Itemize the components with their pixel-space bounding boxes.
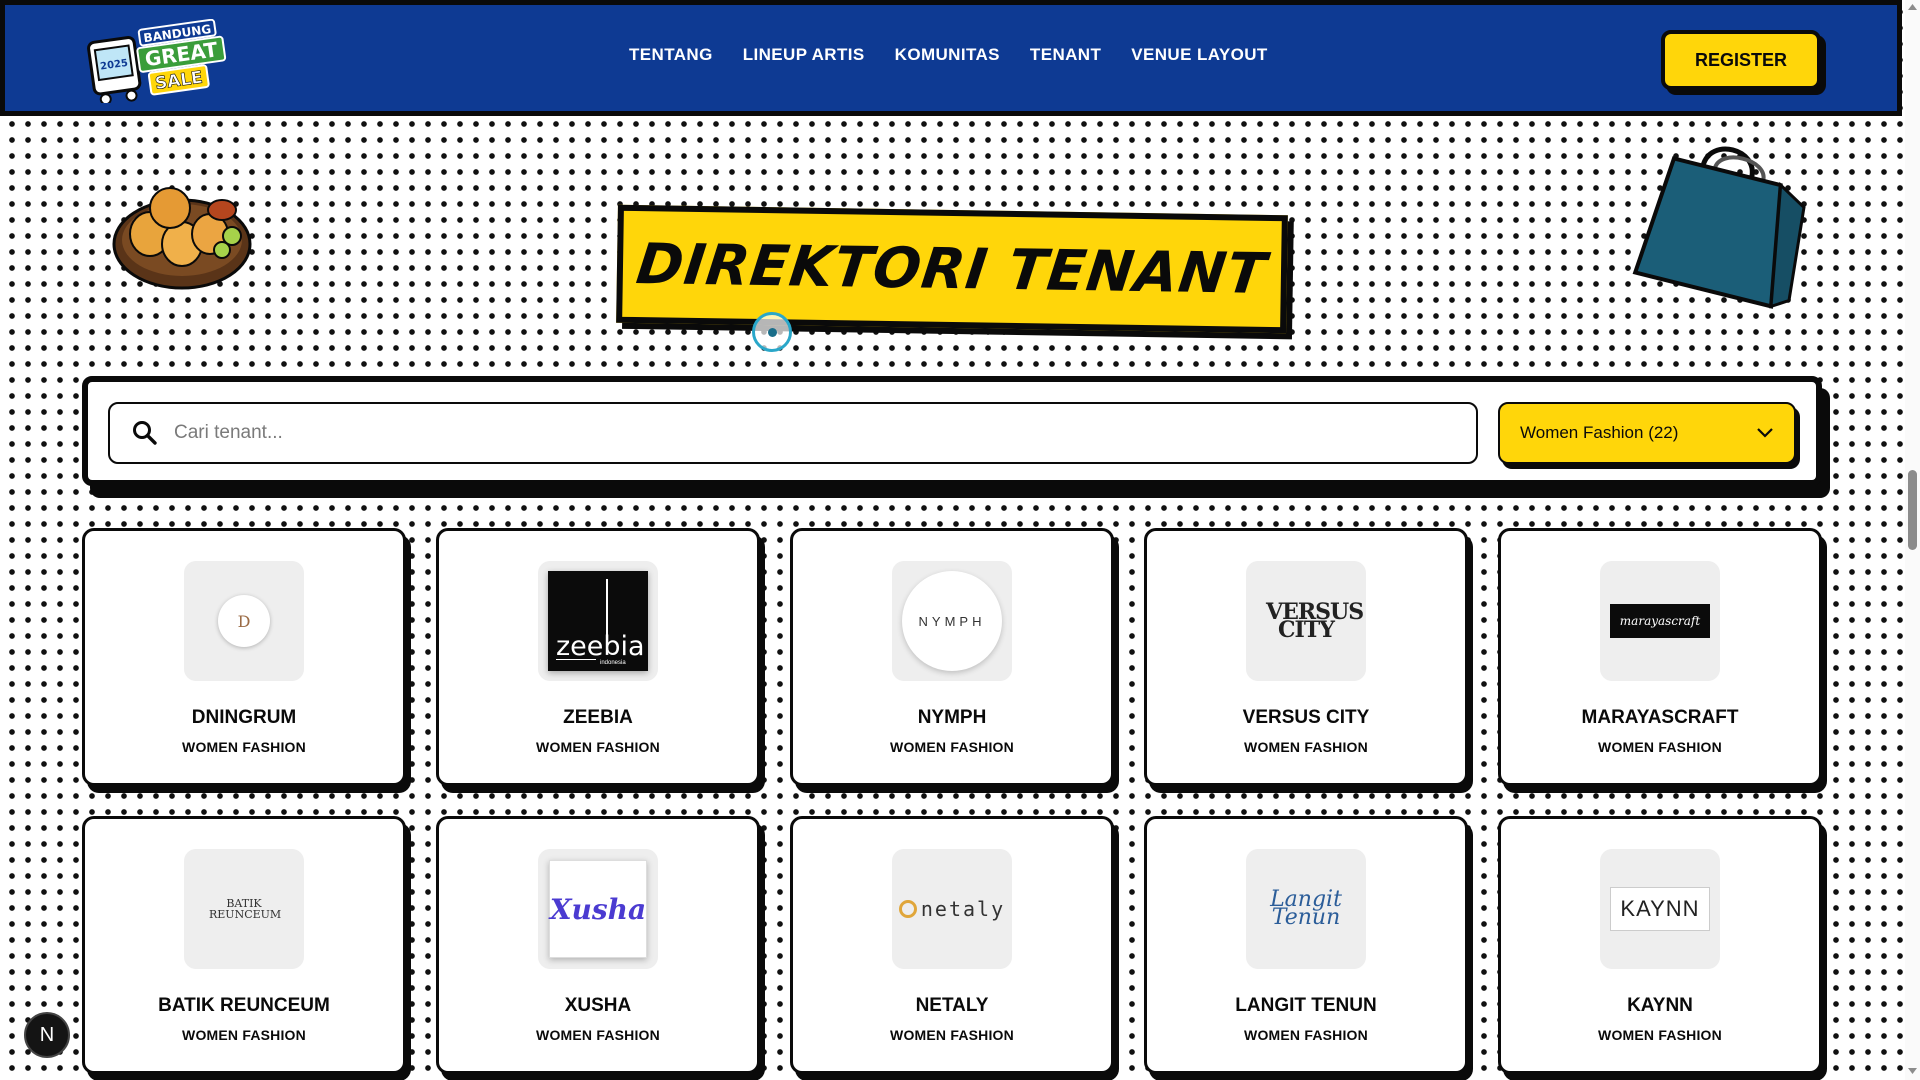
tenant-card[interactable]: Langit Tenun LANGIT TENUN WOMEN FASHION <box>1144 816 1468 1074</box>
scrollbar-thumb[interactable] <box>1908 470 1917 550</box>
tenant-category: WOMEN FASHION <box>182 739 306 755</box>
tenant-card[interactable]: D DNINGRUM WOMEN FASHION <box>82 528 406 786</box>
tenant-logo: VERSUS CITY <box>1246 561 1366 681</box>
tenant-card[interactable]: zeebia indonesia ZEEBIA WOMEN FASHION <box>436 528 760 786</box>
tenant-logo: NYMPH <box>892 561 1012 681</box>
main-nav: TENTANG LINEUP ARTIS KOMUNITAS TENANT VE… <box>629 45 1268 65</box>
tenant-card[interactable]: netaly NETALY WOMEN FASHION <box>790 816 1114 1074</box>
marayascraft-logo: marayascraft <box>1610 604 1710 638</box>
dningrum-logo: D <box>218 595 270 647</box>
tenant-category: WOMEN FASHION <box>1244 1027 1368 1043</box>
tenant-name: LANGIT TENUN <box>1235 995 1377 1016</box>
search-box[interactable] <box>108 402 1478 464</box>
xusha-logo: Xusha <box>549 860 647 958</box>
tenant-logo: netaly <box>892 849 1012 969</box>
tenant-name: MARAYASCRAFT <box>1581 707 1739 728</box>
category-filter-select[interactable]: Women Fashion (22) <box>1498 402 1796 464</box>
search-input[interactable] <box>174 422 1434 444</box>
tenant-card[interactable]: KAYNN KAYNN WOMEN FASHION <box>1498 816 1822 1074</box>
tenant-logo: marayascraft <box>1600 561 1720 681</box>
nav-venue-layout[interactable]: VENUE LAYOUT <box>1131 45 1267 65</box>
page-title-banner: DIREKTORI TENANT <box>616 204 1288 334</box>
netaly-dot-icon <box>898 900 917 918</box>
langit-tenun-logo: Langit Tenun <box>1270 887 1342 930</box>
tenant-logo: Xusha <box>538 849 658 969</box>
tenant-card[interactable]: NYMPH NYMPH WOMEN FASHION <box>790 528 1114 786</box>
tenant-category: WOMEN FASHION <box>536 739 660 755</box>
category-filter-value: Women Fashion (22) <box>1520 423 1679 442</box>
tenant-name: VERSUS CITY <box>1242 707 1370 728</box>
search-icon <box>133 421 157 445</box>
shopping-bag-illustration <box>1632 146 1806 309</box>
tenant-category: WOMEN FASHION <box>890 1027 1014 1043</box>
tenant-name: ZEEBIA <box>563 707 633 728</box>
batik-reunceum-logo: BATIK REUNCEUM <box>209 897 282 921</box>
tenant-card[interactable]: VERSUS CITY VERSUS CITY WOMEN FASHION <box>1144 528 1468 786</box>
page-title: DIREKTORI TENANT <box>633 231 1271 307</box>
navbar: 2025 BANDUNG GREAT SALE TENTANG LINEUP A… <box>0 0 1902 116</box>
tenant-card[interactable]: BATIK REUNCEUM BATIK REUNCEUM WOMEN FASH… <box>82 816 406 1074</box>
netaly-logo-text: netaly <box>920 897 1006 921</box>
tenant-name: BATIK REUNCEUM <box>158 995 330 1016</box>
search-panel: Women Fashion (22) <box>82 376 1822 486</box>
tenant-logo: D <box>184 561 304 681</box>
dev-tools-badge[interactable]: N <box>24 1012 70 1058</box>
netaly-logo: netaly <box>898 897 1006 921</box>
scroll-down-arrow-icon[interactable] <box>1907 1066 1918 1076</box>
tenant-card[interactable]: marayascraft MARAYASCRAFT WOMEN FASHION <box>1498 528 1822 786</box>
tenant-name: XUSHA <box>564 995 632 1016</box>
tenant-category: WOMEN FASHION <box>1598 739 1722 755</box>
tenant-name: NETALY <box>915 995 989 1016</box>
tenant-name: DNINGRUM <box>191 707 297 728</box>
nymph-logo: NYMPH <box>902 571 1002 671</box>
kaynn-logo: KAYNN <box>1610 887 1710 931</box>
tenant-logo: Langit Tenun <box>1246 849 1366 969</box>
tenant-logo: KAYNN <box>1600 849 1720 969</box>
tenant-category: WOMEN FASHION <box>1598 1027 1722 1043</box>
register-button[interactable]: REGISTER <box>1661 30 1821 90</box>
food-illustration <box>112 187 252 290</box>
tenant-logo: BATIK REUNCEUM <box>184 849 304 969</box>
tenant-category: WOMEN FASHION <box>536 1027 660 1043</box>
nav-tentang[interactable]: TENTANG <box>629 45 713 65</box>
zeebia-logo-text: zeebia <box>556 631 645 662</box>
tenant-card[interactable]: Xusha XUSHA WOMEN FASHION <box>436 816 760 1074</box>
scroll-up-arrow-icon[interactable] <box>1907 2 1918 12</box>
nav-lineup-artis[interactable]: LINEUP ARTIS <box>743 45 865 65</box>
chevron-down-icon <box>1757 428 1773 438</box>
tenant-grid: D DNINGRUM WOMEN FASHION zeebia indonesi… <box>82 528 1822 1074</box>
tenant-category: WOMEN FASHION <box>890 739 1014 755</box>
zeebia-logo: zeebia indonesia <box>548 571 648 671</box>
cursor-indicator <box>752 312 792 352</box>
versus-city-logo: VERSUS CITY <box>1266 599 1364 643</box>
tenant-category: WOMEN FASHION <box>1244 739 1368 755</box>
tenant-logo: zeebia indonesia <box>538 561 658 681</box>
zeebia-logo-sub: indonesia <box>600 660 626 666</box>
tenant-name: KAYNN <box>1627 995 1693 1016</box>
nav-komunitas[interactable]: KOMUNITAS <box>895 45 1000 65</box>
nav-tenant[interactable]: TENANT <box>1030 45 1101 65</box>
tenant-name: NYMPH <box>917 707 987 728</box>
tenant-category: WOMEN FASHION <box>182 1027 306 1043</box>
bandung-great-sale-logo[interactable]: 2025 BANDUNG GREAT SALE <box>87 19 237 103</box>
